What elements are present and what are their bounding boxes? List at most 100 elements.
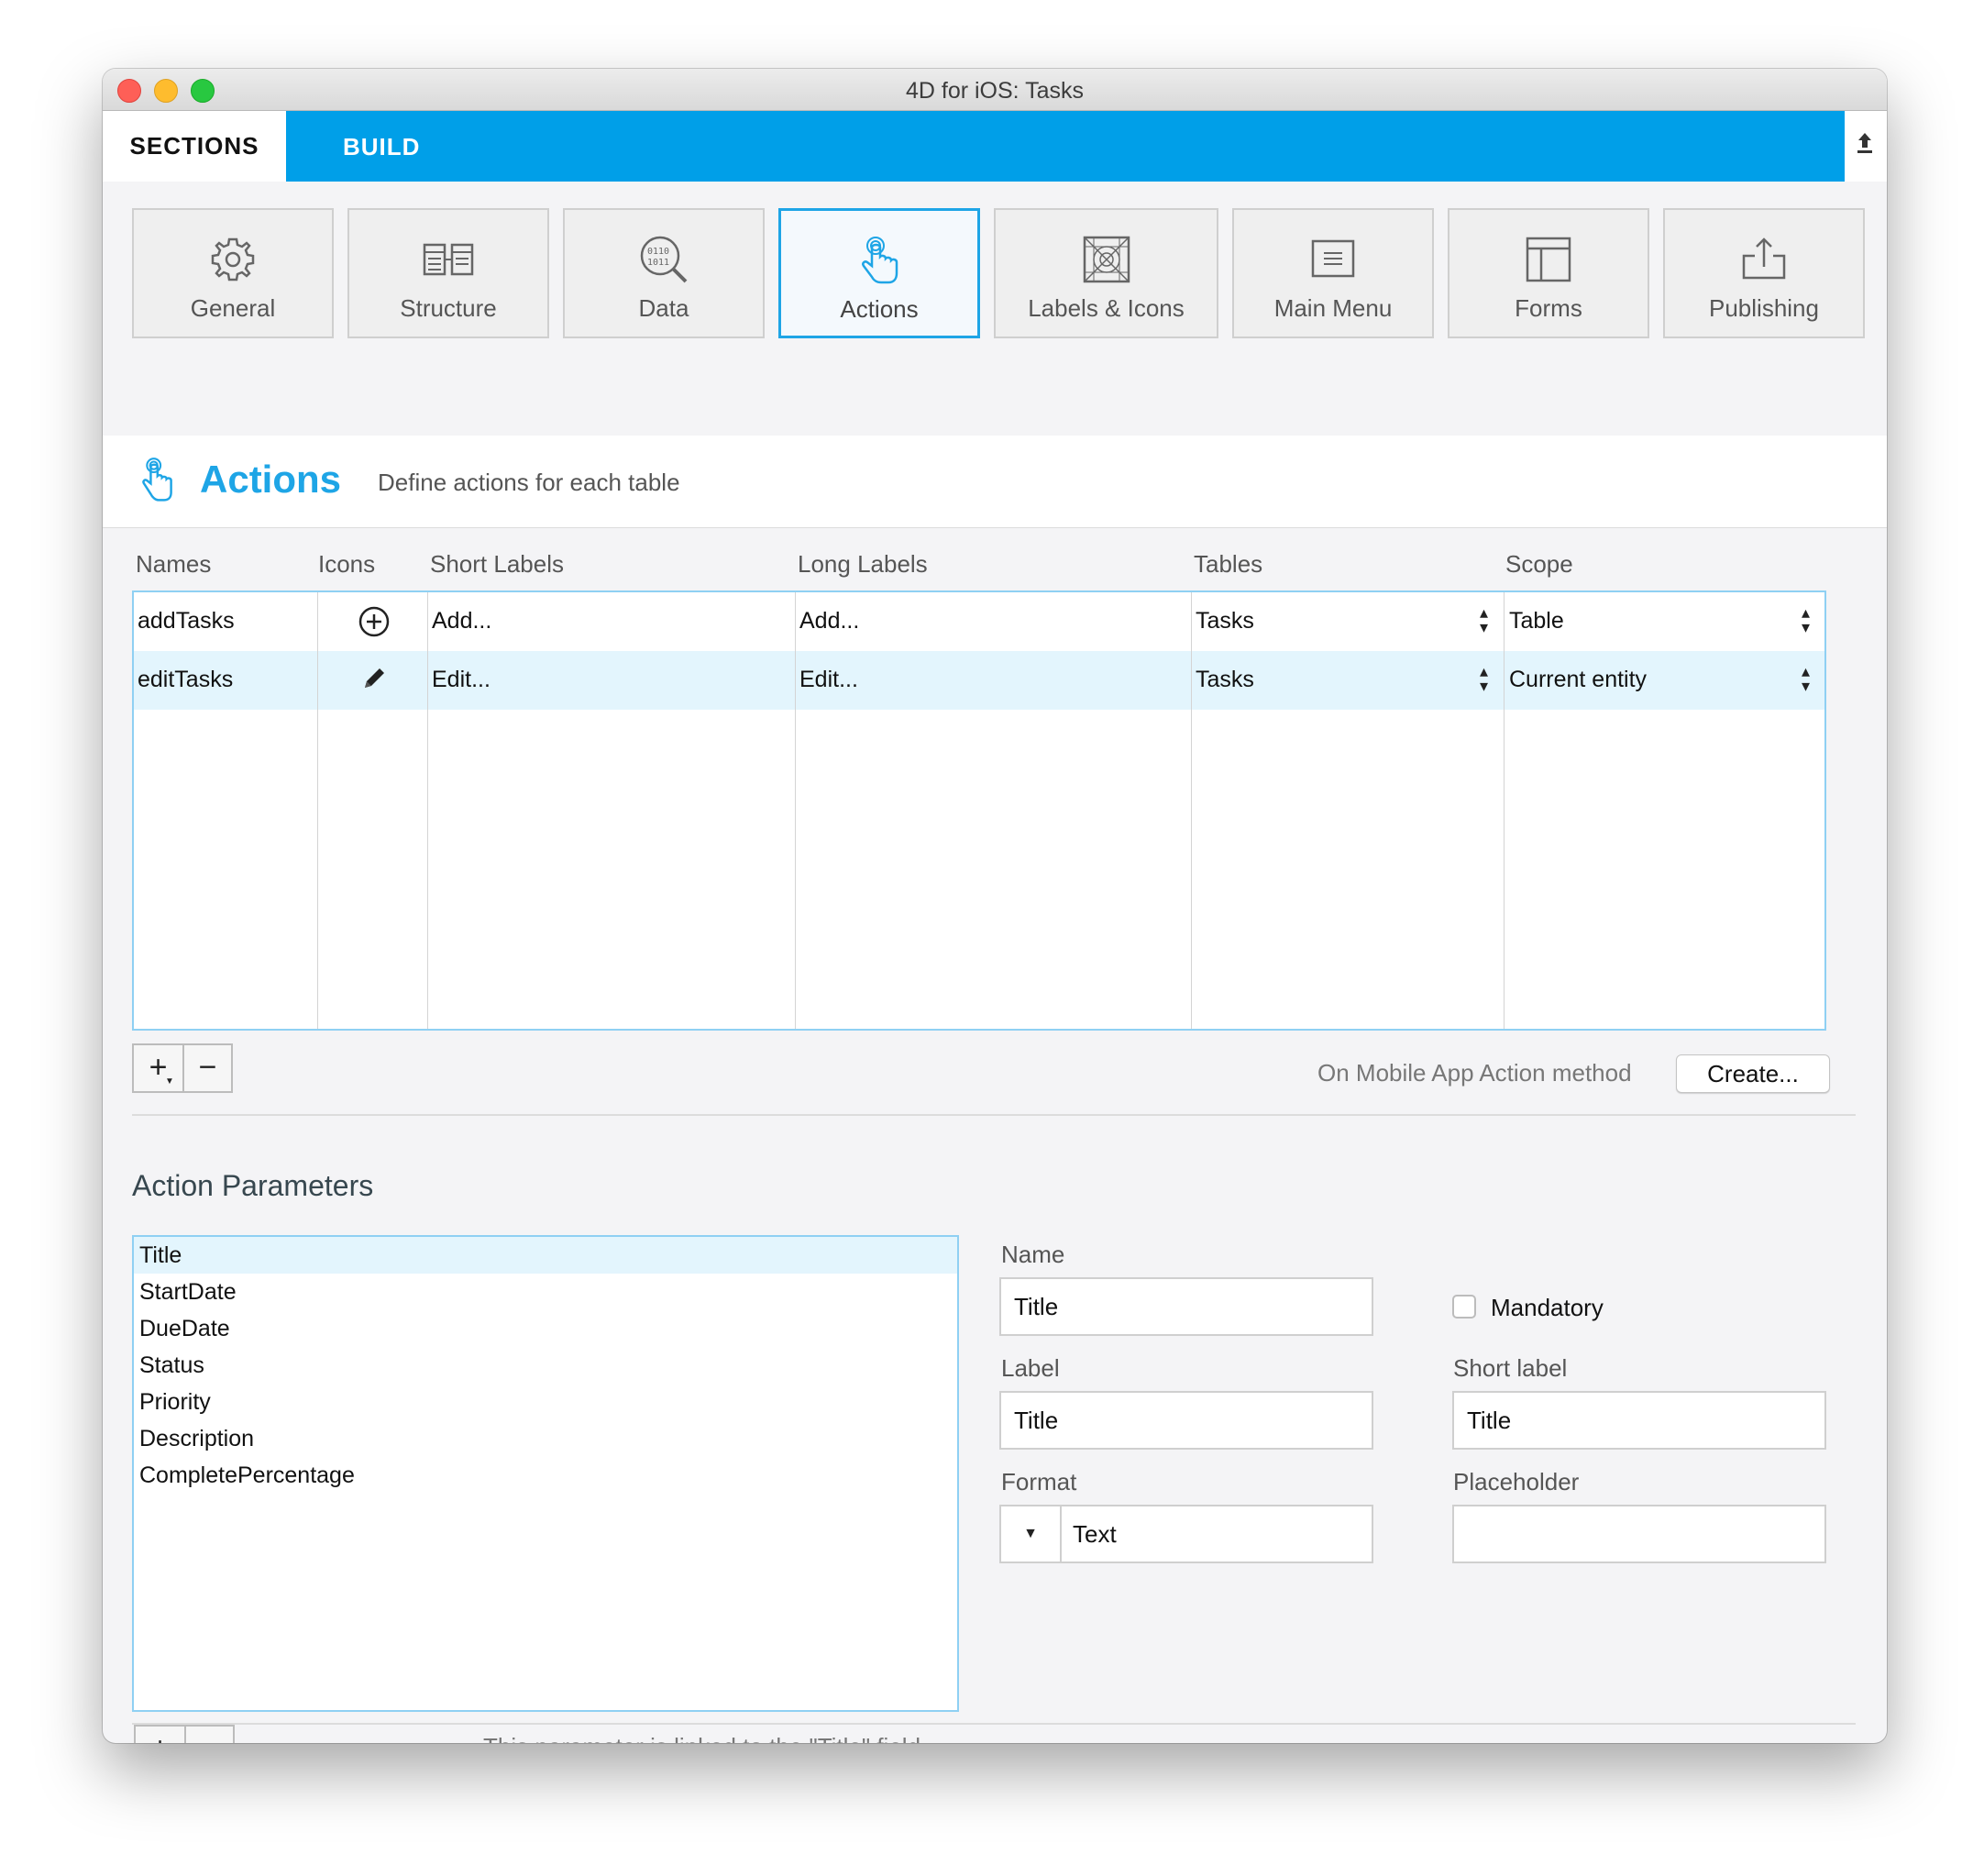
mandatory-checkbox[interactable] — [1452, 1295, 1476, 1319]
create-method-button[interactable]: Create... — [1676, 1054, 1830, 1093]
parameters-title: Action Parameters — [132, 1169, 374, 1202]
format-select[interactable]: ▼ Text — [999, 1505, 1373, 1563]
data-icon: 0110 1011 — [640, 236, 688, 283]
column-header-short-labels: Short Labels — [430, 550, 564, 578]
placeholder-label: Placeholder — [1453, 1468, 1580, 1495]
column-divider — [1191, 592, 1192, 1029]
divider — [132, 1114, 1856, 1116]
short-label-cell[interactable]: Add... — [432, 608, 491, 635]
long-label-cell[interactable]: Add... — [799, 608, 859, 635]
placeholder-field[interactable] — [1452, 1505, 1826, 1563]
table-stepper-icon[interactable]: ▴ ▾ — [1480, 663, 1488, 694]
chevron-down-icon: ▼ — [165, 1076, 174, 1087]
hand-pointer-icon — [142, 458, 172, 502]
section-labels-icons-button[interactable]: Labels & Icons — [994, 208, 1218, 338]
table-row[interactable]: editTasks Edit... Edit... Tasks ▴ ▾ Curre… — [134, 651, 1824, 710]
scope-cell[interactable]: Table — [1509, 608, 1564, 635]
section-publishing-button[interactable]: Publishing — [1663, 208, 1865, 338]
list-item-label: Status — [139, 1352, 204, 1378]
add-action-button[interactable]: + — [134, 1045, 184, 1091]
short-label-field[interactable]: Title — [1452, 1391, 1826, 1450]
list-item-label: CompletePercentage — [139, 1462, 355, 1488]
section-data-label: Data — [638, 294, 689, 322]
chevron-down-icon[interactable]: ▼ — [1001, 1506, 1062, 1561]
section-forms-button[interactable]: Forms — [1448, 208, 1649, 338]
format-select-value: Text — [1073, 1520, 1117, 1548]
column-divider — [317, 592, 318, 1029]
actions-table: addTasks Add... Add... Tasks ▴ ▾ Table ▴ ▾… — [132, 590, 1826, 1031]
column-divider — [1504, 592, 1505, 1029]
parameters-add-remove: + ▼ − — [134, 1725, 235, 1743]
mandatory-label: Mandatory — [1491, 1294, 1604, 1321]
section-main-menu-label: Main Menu — [1273, 294, 1393, 322]
linked-field-note: This parameter is linked to the "Title" … — [483, 1733, 920, 1743]
title-bar: 4D for iOS: Tasks — [103, 69, 1887, 111]
scope-cell[interactable]: Current entity — [1509, 667, 1647, 693]
tab-sections[interactable]: SECTIONS — [103, 111, 286, 182]
list-item[interactable]: StartDate — [134, 1274, 957, 1310]
table-cell[interactable]: Tasks — [1196, 667, 1254, 693]
window-title: 4D for iOS: Tasks — [905, 78, 1085, 104]
section-actions-label: Actions — [840, 295, 919, 323]
short-label-field-value: Title — [1467, 1407, 1512, 1434]
remove-parameter-button[interactable]: − — [185, 1727, 234, 1743]
section-data-button[interactable]: 0110 1011 Data — [563, 208, 765, 338]
list-item-label: Description — [139, 1426, 255, 1451]
label-field-value: Title — [1014, 1407, 1059, 1434]
list-item-label: Title — [139, 1242, 182, 1268]
section-publishing-label: Publishing — [1709, 294, 1819, 322]
add-parameter-button[interactable]: + — [136, 1727, 186, 1743]
list-item[interactable]: CompletePercentage — [134, 1457, 957, 1494]
column-header-long-labels: Long Labels — [798, 550, 928, 578]
labels-icons-icon — [1083, 236, 1130, 283]
table-row[interactable]: addTasks Add... Add... Tasks ▴ ▾ Table ▴ ▾ — [134, 592, 1824, 651]
section-general-button[interactable]: General — [132, 208, 334, 338]
section-actions-button[interactable]: Actions — [778, 208, 980, 338]
long-label-cell[interactable]: Edit... — [799, 667, 858, 693]
short-label-label: Short label — [1453, 1354, 1568, 1382]
scope-stepper-icon[interactable]: ▴ ▾ — [1802, 604, 1810, 635]
list-item[interactable]: Description — [134, 1420, 957, 1457]
gear-icon — [211, 237, 255, 281]
action-name-cell[interactable]: editTasks — [138, 667, 233, 693]
column-header-icons: Icons — [318, 550, 376, 578]
name-label: Name — [1001, 1241, 1065, 1268]
main-menu-icon — [1311, 239, 1355, 278]
svg-text:1011: 1011 — [647, 258, 669, 268]
column-divider — [795, 592, 796, 1029]
divider — [132, 1723, 1856, 1725]
svg-text:0110: 0110 — [647, 247, 669, 257]
app-window: 4D for iOS: Tasks SECTIONS BUILD General — [103, 69, 1887, 1743]
section-main-menu-button[interactable]: Main Menu — [1232, 208, 1434, 338]
scope-stepper-icon[interactable]: ▴ ▾ — [1802, 663, 1810, 694]
column-header-scope: Scope — [1505, 550, 1573, 578]
actions-add-remove: + ▼ − — [132, 1043, 233, 1093]
list-item[interactable]: Status — [134, 1347, 957, 1384]
page-subtitle: Define actions for each table — [378, 469, 680, 496]
list-item[interactable]: Title — [134, 1237, 957, 1274]
remove-action-button[interactable]: − — [183, 1045, 232, 1091]
publish-icon — [1742, 237, 1786, 280]
label-field[interactable]: Title — [999, 1391, 1373, 1450]
table-stepper-icon[interactable]: ▴ ▾ — [1480, 604, 1488, 635]
upload-icon[interactable] — [1854, 131, 1876, 159]
column-header-tables: Tables — [1194, 550, 1263, 578]
list-item[interactable]: Priority — [134, 1384, 957, 1420]
hand-pointer-icon — [862, 237, 898, 284]
pencil-icon[interactable] — [361, 664, 387, 693]
list-item-label: StartDate — [139, 1279, 237, 1305]
section-general-label: General — [190, 294, 276, 322]
top-tab-bar: SECTIONS BUILD — [103, 111, 1887, 182]
structure-icon — [423, 243, 474, 276]
short-label-cell[interactable]: Edit... — [432, 667, 490, 693]
action-name-cell[interactable]: addTasks — [138, 608, 235, 635]
plus-circle-icon[interactable] — [358, 605, 391, 638]
tab-build[interactable]: BUILD — [286, 111, 1845, 182]
parameters-list: Title StartDate DueDate Status Priority … — [132, 1235, 959, 1712]
table-cell[interactable]: Tasks — [1196, 608, 1254, 635]
name-field-value: Title — [1014, 1293, 1059, 1320]
section-structure-button[interactable]: Structure — [347, 208, 549, 338]
actions-header: Actions Define actions for each table — [103, 436, 1887, 528]
list-item[interactable]: DueDate — [134, 1310, 957, 1347]
name-field[interactable]: Title — [999, 1277, 1373, 1336]
